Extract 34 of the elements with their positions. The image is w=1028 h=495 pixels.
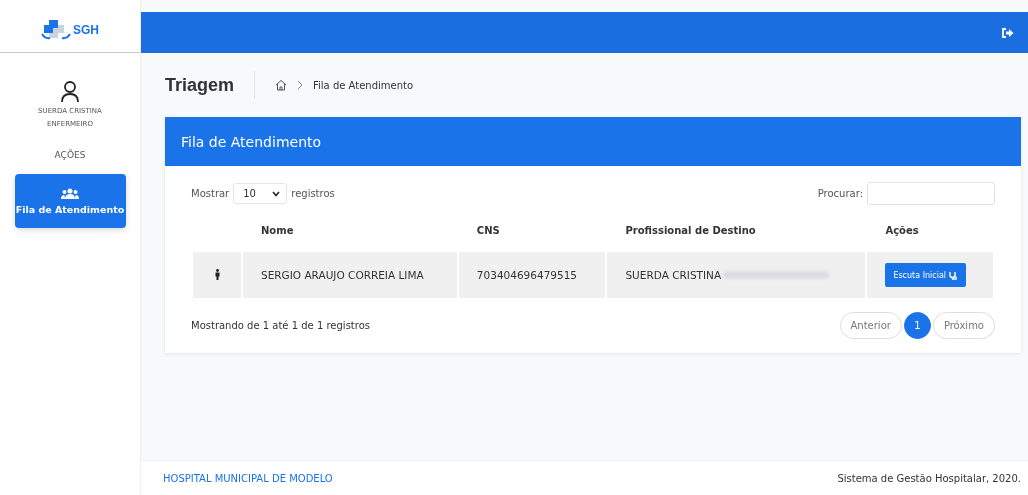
person-icon: [214, 268, 220, 280]
page-size-select[interactable]: 10: [233, 183, 288, 204]
column-header: Nome: [260, 225, 295, 238]
chevron-icon: [297, 80, 304, 90]
column-header: CNS: [475, 225, 501, 238]
length-label: registros: [291, 188, 335, 199]
next-button[interactable]: Próximo: [932, 312, 995, 339]
page-button[interactable]: 1: [903, 312, 931, 339]
card-title: Fila de Atendimento: [181, 133, 322, 150]
page-title: Triagem: [165, 74, 235, 96]
breadcrumb-item: Fila de Atendimento: [313, 79, 414, 91]
table-cell: SERGIO ARAUJO CORREIA LIMA: [243, 252, 457, 298]
caret-icon: [272, 190, 281, 197]
stethoscope-icon: [949, 270, 959, 280]
footer-text: HOSPITAL MUNICIPAL DE MODELO: [163, 472, 333, 484]
logo-text: SGH: [73, 23, 99, 37]
footer-text: Sistema de Gestão Hospitalar, 2020.: [837, 472, 1021, 484]
table-cell: SUERDA CRISTINA: [625, 269, 722, 281]
column-header: Profissional de Destino: [624, 225, 757, 238]
logout-icon[interactable]: [1002, 27, 1014, 38]
user-icon: [60, 81, 80, 103]
search-field[interactable]: [867, 182, 995, 205]
table-cell: 703404696479515: [458, 252, 606, 298]
logo-icon: [41, 19, 71, 41]
column-header: Ações: [884, 225, 920, 238]
sidebar-item[interactable]: Fila de Atendimento: [14, 174, 126, 228]
search-label: Procurar:: [817, 188, 863, 199]
length-label: Mostrar: [191, 188, 230, 199]
people-icon: [61, 187, 79, 199]
table-info: Mostrando de 1 até 1 de 1 registros: [191, 320, 370, 331]
section-heading: AÇÕES: [54, 150, 86, 160]
initial-listening-button[interactable]: Escuta Inicial: [885, 263, 967, 287]
home-icon[interactable]: [275, 79, 288, 91]
previous-button[interactable]: Anterior: [839, 312, 902, 339]
